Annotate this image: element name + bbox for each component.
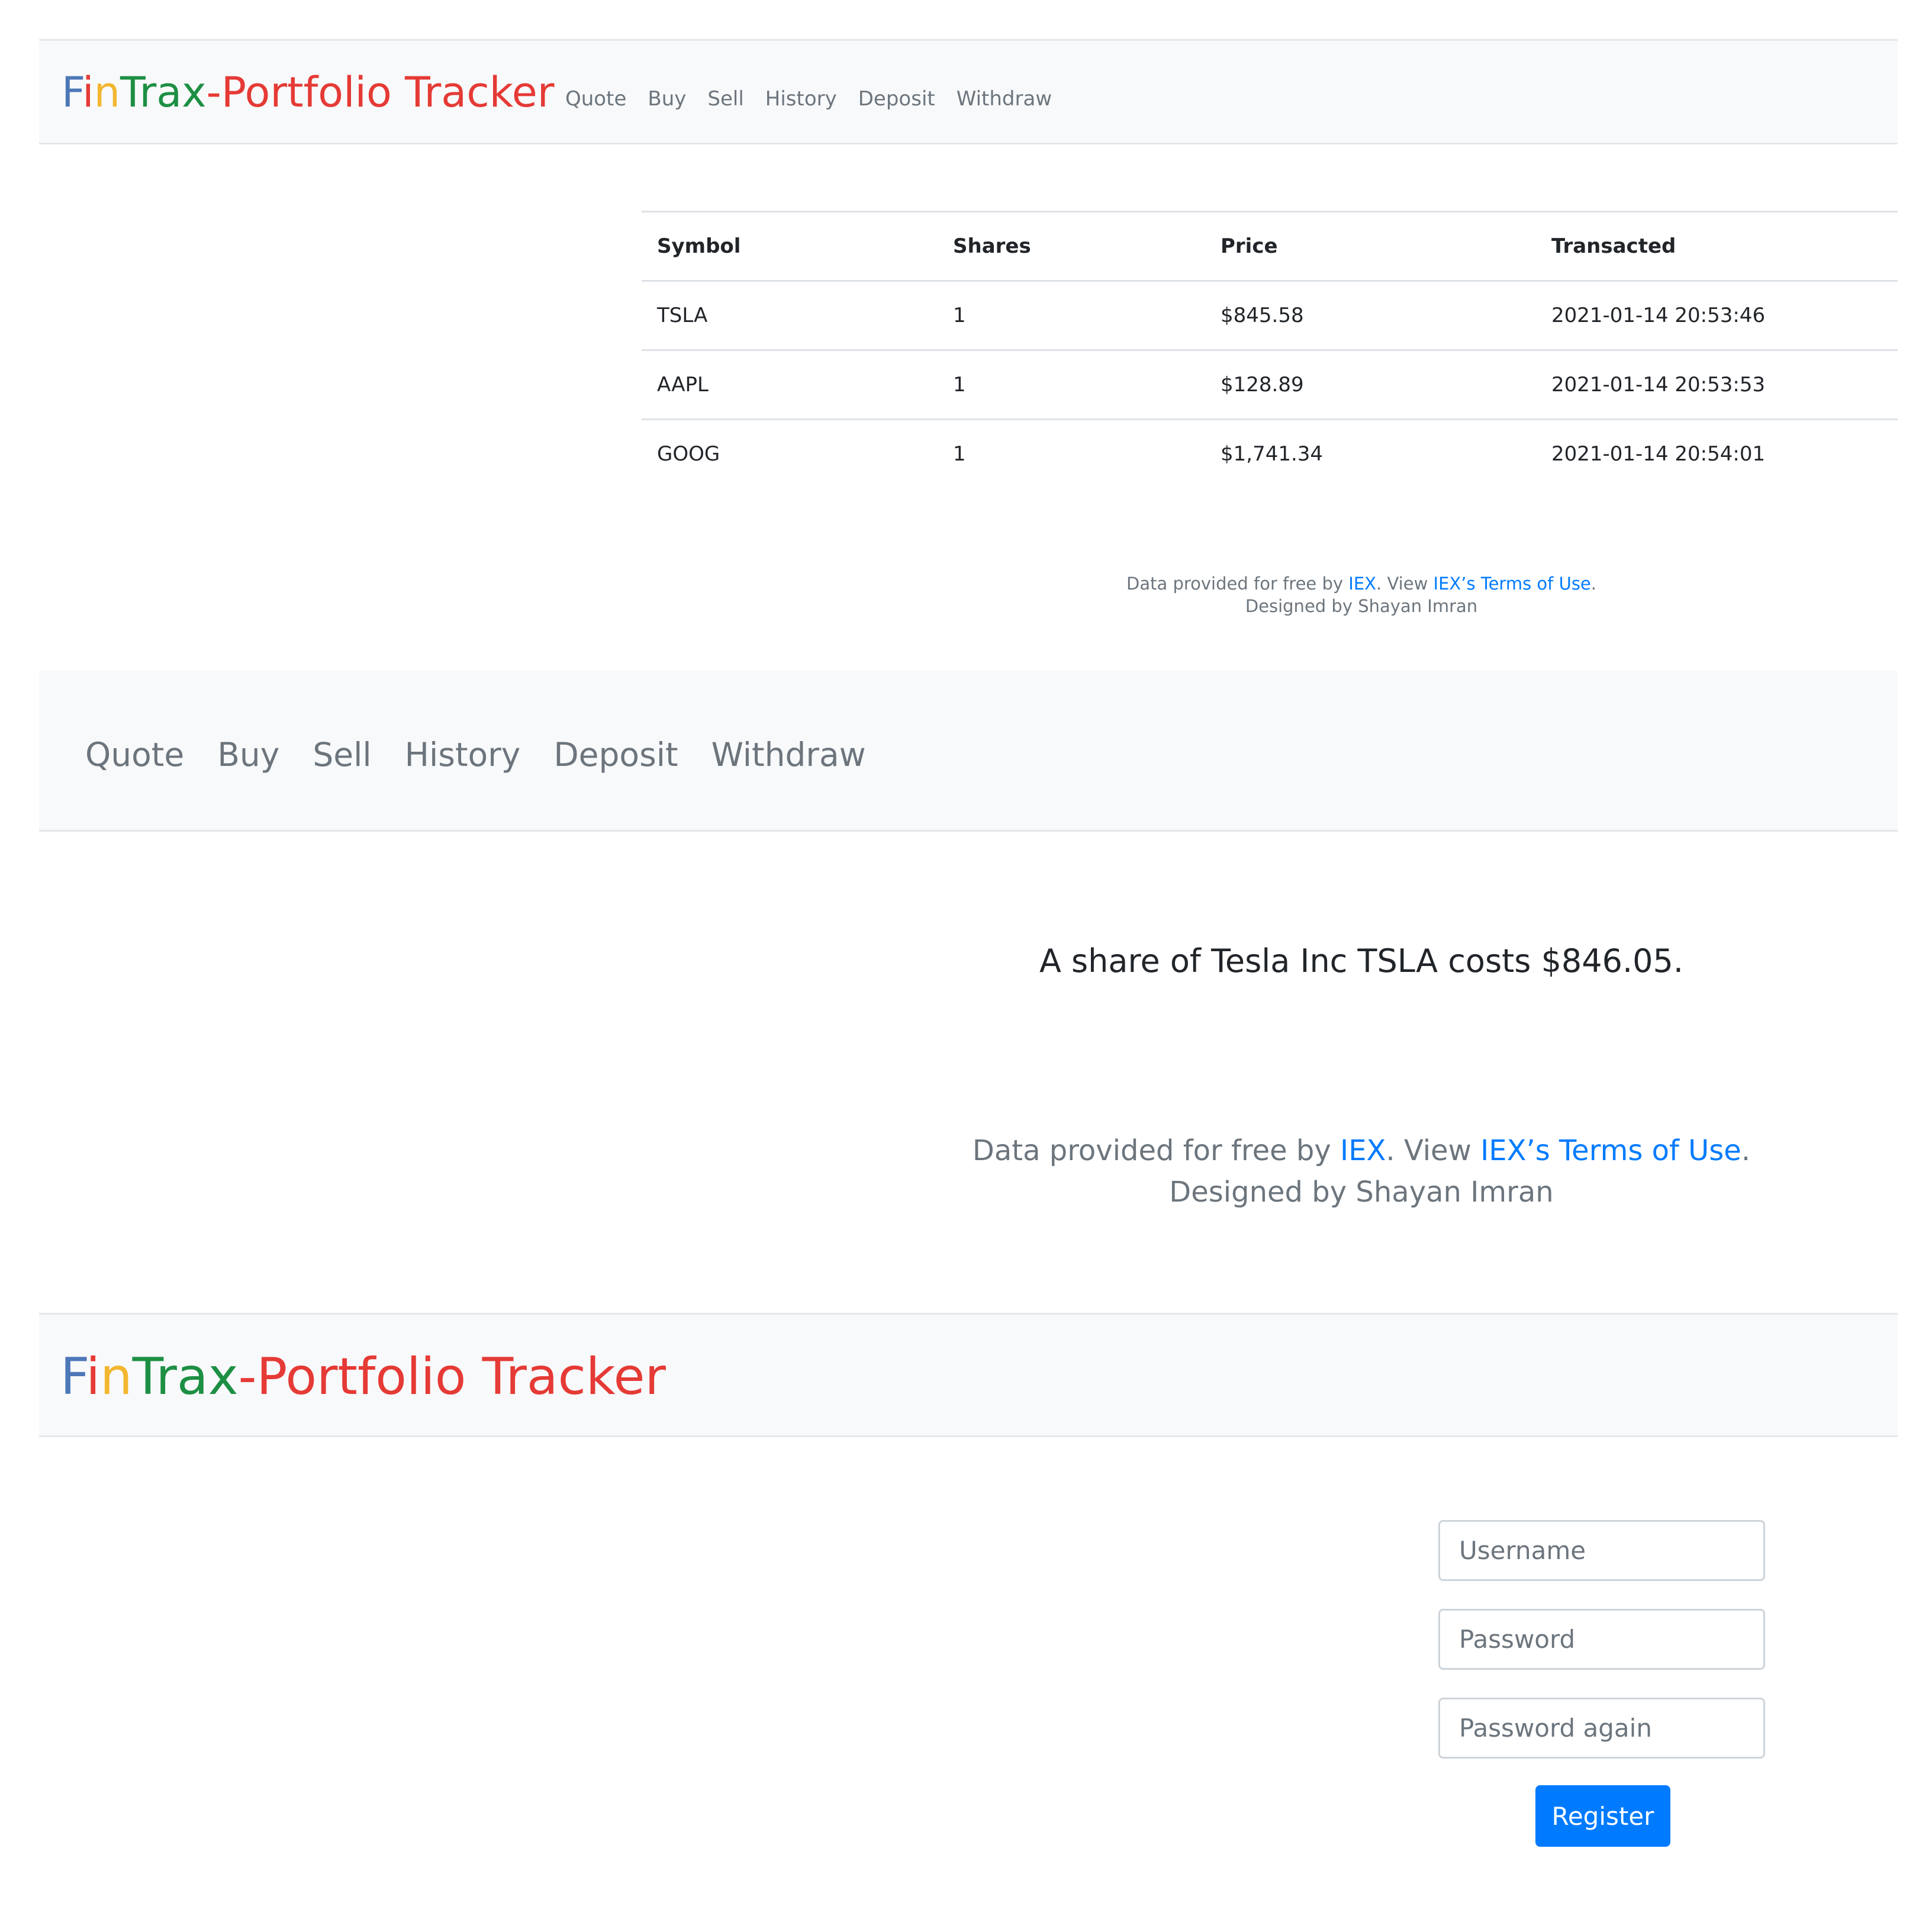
history-table: Symbol Shares Price Transacted TSLA 1 $8… — [642, 211, 1898, 488]
header-shares: Shares — [938, 211, 1205, 282]
navbar: Quote Buy Sell History Deposit Withdraw — [39, 671, 1898, 832]
password-input[interactable] — [1438, 1609, 1765, 1670]
brand-logo[interactable]: FinTrax-Portfolio Tracker — [60, 1351, 666, 1402]
cell-transacted: 2021-01-14 20:53:53 — [1536, 349, 1898, 420]
footer: Data provided for free by IEX. View IEX’… — [876, 573, 1847, 617]
cell-symbol: AAPL — [642, 349, 938, 420]
footer-suffix: . — [1590, 574, 1596, 594]
cell-price: $1,741.34 — [1205, 418, 1536, 488]
iex-link[interactable]: IEX — [1348, 574, 1376, 594]
footer-designed-by: Designed by Shayan Imran — [1169, 1175, 1554, 1209]
terms-link[interactable]: IEX’s Terms of Use — [1434, 574, 1591, 594]
footer-prefix: Data provided for free by — [972, 1134, 1341, 1167]
header-price: Price — [1205, 211, 1536, 282]
nav-links: Quote Buy Sell History Deposit Withdraw — [85, 736, 899, 774]
footer-middle: . View — [1386, 1134, 1481, 1167]
table-row: TSLA 1 $845.58 2021-01-14 20:53:46 — [642, 280, 1898, 350]
footer-suffix: . — [1741, 1134, 1751, 1167]
cell-price: $845.58 — [1205, 280, 1536, 350]
nav-history[interactable]: History — [405, 736, 521, 774]
brand-portfolio-tracker: -Portfolio Tracker — [238, 1347, 666, 1406]
terms-link[interactable]: IEX’s Terms of Use — [1480, 1134, 1741, 1167]
iex-link[interactable]: IEX — [1340, 1134, 1386, 1167]
cell-shares: 1 — [938, 349, 1205, 420]
nav-quote[interactable]: Quote — [85, 736, 184, 774]
cell-price: $128.89 — [1205, 349, 1536, 420]
nav-withdraw[interactable]: Withdraw — [957, 87, 1052, 111]
brand-letter-n: n — [94, 68, 120, 117]
brand-letter-n: n — [100, 1347, 133, 1406]
brand-trax: Trax — [132, 1347, 239, 1406]
register-button[interactable]: Register — [1535, 1785, 1670, 1847]
cell-shares: 1 — [938, 418, 1205, 488]
cell-shares: 1 — [938, 280, 1205, 350]
cell-transacted: 2021-01-14 20:54:01 — [1536, 418, 1898, 488]
brand-logo[interactable]: FinTrax-Portfolio Tracker — [62, 72, 555, 113]
nav-withdraw[interactable]: Withdraw — [711, 736, 866, 774]
header-symbol: Symbol — [642, 211, 938, 282]
nav-buy[interactable]: Buy — [648, 87, 686, 111]
header-transacted: Transacted — [1536, 211, 1898, 282]
nav-deposit[interactable]: Deposit — [858, 87, 935, 111]
brand-portfolio-tracker: -Portfolio Tracker — [206, 68, 555, 117]
nav-deposit[interactable]: Deposit — [553, 736, 678, 774]
username-input[interactable] — [1438, 1520, 1765, 1581]
brand-letter-f: F — [60, 1347, 86, 1406]
brand-trax: Trax — [120, 68, 207, 117]
nav-quote[interactable]: Quote — [565, 87, 626, 111]
navbar: FinTrax-Portfolio Tracker — [39, 1313, 1898, 1437]
nav-sell[interactable]: Sell — [313, 736, 371, 774]
nav-buy[interactable]: Buy — [217, 736, 279, 774]
footer-attribution: Data provided for free by IEX. View IEX’… — [876, 573, 1847, 595]
nav-history[interactable]: History — [765, 87, 837, 111]
footer-designed-by: Designed by Shayan Imran — [1245, 595, 1478, 616]
brand-letter-f: F — [62, 68, 83, 117]
nav-links: Quote Buy Sell History Deposit Withdraw — [565, 87, 1073, 111]
cell-transacted: 2021-01-14 20:53:46 — [1536, 280, 1898, 350]
table-row: AAPL 1 $128.89 2021-01-14 20:53:53 — [642, 349, 1898, 420]
quote-result: A share of Tesla Inc TSLA costs $846.05. — [1039, 942, 1684, 980]
footer-prefix: Data provided for free by — [1126, 574, 1349, 594]
footer: Data provided for free by IEX. View IEX’… — [876, 1131, 1847, 1213]
cell-symbol: TSLA — [642, 280, 938, 350]
footer-attribution: Data provided for free by IEX. View IEX’… — [876, 1131, 1847, 1172]
cell-symbol: GOOG — [642, 418, 938, 488]
nav-sell[interactable]: Sell — [707, 87, 743, 111]
footer-middle: . View — [1376, 574, 1434, 594]
table-row: GOOG 1 $1,741.34 2021-01-14 20:54:01 — [642, 418, 1898, 488]
brand-letter-i: i — [82, 68, 94, 117]
password-again-input[interactable] — [1438, 1698, 1765, 1759]
brand-letter-i: i — [86, 1347, 101, 1406]
navbar: FinTrax-Portfolio Tracker Quote Buy Sell… — [39, 39, 1898, 144]
table-header-row: Symbol Shares Price Transacted — [642, 211, 1898, 282]
